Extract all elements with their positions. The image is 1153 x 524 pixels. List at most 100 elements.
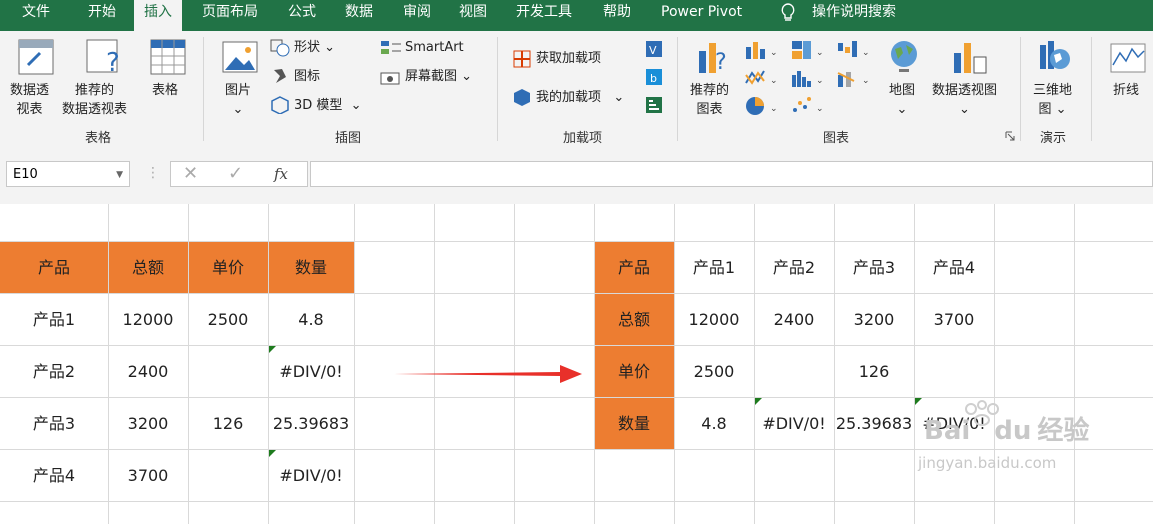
- recommended-charts-button[interactable]: 推荐的 图表: [690, 81, 729, 119]
- tab-insert[interactable]: 插入: [134, 0, 182, 31]
- left-header-product[interactable]: 产品: [0, 242, 108, 294]
- group-divider: [677, 37, 678, 141]
- error-indicator-icon: [269, 346, 276, 353]
- table-cell[interactable]: #DIV/0!: [754, 398, 834, 450]
- table-cell[interactable]: [188, 450, 268, 502]
- table-cell[interactable]: 产品1: [674, 242, 754, 294]
- tab-developer[interactable]: 开发工具: [516, 0, 572, 31]
- svg-text:⌄: ⌄: [862, 48, 870, 58]
- table-cell[interactable]: 12000: [674, 294, 754, 346]
- table-cell[interactable]: 2500: [188, 294, 268, 346]
- error-indicator-icon: [269, 450, 276, 457]
- table-cell[interactable]: 产品3: [834, 242, 914, 294]
- 3d-model-button[interactable]: 3D 模型 ⌄: [294, 96, 362, 115]
- tab-home[interactable]: 开始: [88, 0, 116, 31]
- svg-text:?: ?: [106, 48, 120, 75]
- shapes-button[interactable]: 形状 ⌄: [294, 38, 335, 57]
- table-cell[interactable]: 3200: [834, 294, 914, 346]
- right-header-total[interactable]: 总额: [594, 294, 674, 346]
- table-cell[interactable]: [754, 346, 834, 398]
- insert-function-icon[interactable]: fx: [274, 165, 288, 183]
- maps-button[interactable]: 地图 ⌄: [889, 81, 915, 119]
- combo-chart-icon[interactable]: ⌄: [836, 67, 872, 89]
- picture-icon: [222, 41, 258, 73]
- line-chart-icon[interactable]: ⌄: [744, 67, 780, 89]
- table-cell[interactable]: 2400: [754, 294, 834, 346]
- tab-view[interactable]: 视图: [459, 0, 487, 31]
- svg-text:⌄: ⌄: [770, 48, 778, 58]
- sparkline-line-button[interactable]: 折线: [1113, 81, 1139, 100]
- table-cell[interactable]: 2500: [674, 346, 754, 398]
- cancel-icon[interactable]: ✕: [183, 163, 198, 184]
- tab-formulas[interactable]: 公式: [288, 0, 316, 31]
- icons-button[interactable]: 图标: [294, 67, 320, 86]
- tab-help[interactable]: 帮助: [603, 0, 631, 31]
- 3d-map-button[interactable]: 三维地图 ⌄: [1033, 81, 1072, 119]
- enter-icon[interactable]: ✓: [228, 163, 243, 184]
- table-cell[interactable]: 126: [188, 398, 268, 450]
- recommended-pivot-icon: ?: [86, 39, 120, 75]
- bing-icon: b: [646, 69, 662, 85]
- tab-page-layout[interactable]: 页面布局: [202, 0, 258, 31]
- right-header-product[interactable]: 产品: [594, 242, 674, 294]
- table-cell[interactable]: 25.39683: [268, 398, 354, 450]
- table-cell[interactable]: #DIV/0!: [268, 450, 354, 502]
- tab-file[interactable]: 文件: [22, 0, 50, 31]
- screenshot-button[interactable]: 屏幕截图 ⌄: [405, 67, 472, 86]
- table-cell[interactable]: 产品1: [0, 294, 108, 346]
- get-addins-button[interactable]: 获取加载项: [536, 49, 601, 68]
- baidu-jingyan-watermark: Bai du 经验 jingyan.baidu.com: [918, 400, 1148, 520]
- tab-data[interactable]: 数据: [345, 0, 373, 31]
- table-cell[interactable]: 126: [834, 346, 914, 398]
- table-cell[interactable]: 12000: [108, 294, 188, 346]
- pivot-table-button[interactable]: 数据透 视表: [10, 81, 49, 119]
- pivot-chart-button[interactable]: 数据透视图 ⌄: [932, 81, 997, 119]
- table-cell[interactable]: 4.8: [268, 294, 354, 346]
- left-header-qty[interactable]: 数量: [268, 242, 354, 294]
- pie-chart-icon[interactable]: ⌄: [744, 95, 780, 117]
- name-box[interactable]: E10 ▼: [6, 161, 130, 187]
- ribbon-insert: 数据透 视表 ? 推荐的 数据透视表 表格 表格 图片 ⌄ 形状 ⌄ 图标 3D 模型…: [0, 31, 1153, 149]
- table-cell[interactable]: 产品2: [754, 242, 834, 294]
- table-cell[interactable]: 产品3: [0, 398, 108, 450]
- column-chart-icon[interactable]: ⌄: [744, 39, 780, 61]
- table-cell[interactable]: 4.8: [674, 398, 754, 450]
- waterfall-chart-icon[interactable]: ⌄: [836, 39, 872, 61]
- left-header-price[interactable]: 单价: [188, 242, 268, 294]
- table-cell[interactable]: #DIV/0!: [268, 346, 354, 398]
- lightbulb-icon: [781, 3, 795, 21]
- table-cell[interactable]: 产品4: [0, 450, 108, 502]
- right-header-price[interactable]: 单价: [594, 346, 674, 398]
- table-cell[interactable]: [914, 346, 994, 398]
- smartart-button[interactable]: SmartArt: [405, 38, 464, 57]
- tab-review[interactable]: 审阅: [403, 0, 431, 31]
- table-cell[interactable]: 3700: [914, 294, 994, 346]
- dialog-launcher-icon[interactable]: [1005, 131, 1015, 141]
- red-arrow-icon: [394, 365, 582, 383]
- table-cell[interactable]: 3700: [108, 450, 188, 502]
- ribbon-tab-bar: 文件 开始 插入 页面布局 公式 数据 审阅 视图 开发工具 帮助 Power …: [0, 0, 1153, 31]
- table-button[interactable]: 表格: [152, 81, 178, 100]
- picture-button[interactable]: 图片 ⌄: [225, 81, 251, 119]
- recommended-pivot-button[interactable]: 推荐的 数据透视表: [62, 81, 127, 119]
- right-header-qty[interactable]: 数量: [594, 398, 674, 450]
- group-divider: [497, 37, 498, 141]
- table-cell[interactable]: 2400: [108, 346, 188, 398]
- formula-input[interactable]: [310, 161, 1153, 187]
- table-cell[interactable]: 3200: [108, 398, 188, 450]
- svg-text:⌄: ⌄: [816, 104, 824, 114]
- table-cell[interactable]: [188, 346, 268, 398]
- name-box-dropdown-icon[interactable]: ▼: [116, 162, 123, 188]
- statistic-chart-icon[interactable]: ⌄: [790, 67, 826, 89]
- tab-power-pivot[interactable]: Power Pivot: [661, 0, 742, 31]
- tell-me-search[interactable]: 操作说明搜索: [812, 0, 896, 31]
- group-divider: [1020, 37, 1021, 141]
- table-cell[interactable]: 25.39683: [834, 398, 914, 450]
- table-cell[interactable]: 产品4: [914, 242, 994, 294]
- hierarchy-chart-icon[interactable]: ⌄: [790, 39, 826, 61]
- scatter-chart-icon[interactable]: ⌄: [790, 95, 826, 117]
- left-header-total[interactable]: 总额: [108, 242, 188, 294]
- table-cell[interactable]: 产品2: [0, 346, 108, 398]
- 3d-map-icon: [1040, 41, 1070, 69]
- my-addins-button[interactable]: 我的加载项 ⌄: [536, 88, 624, 107]
